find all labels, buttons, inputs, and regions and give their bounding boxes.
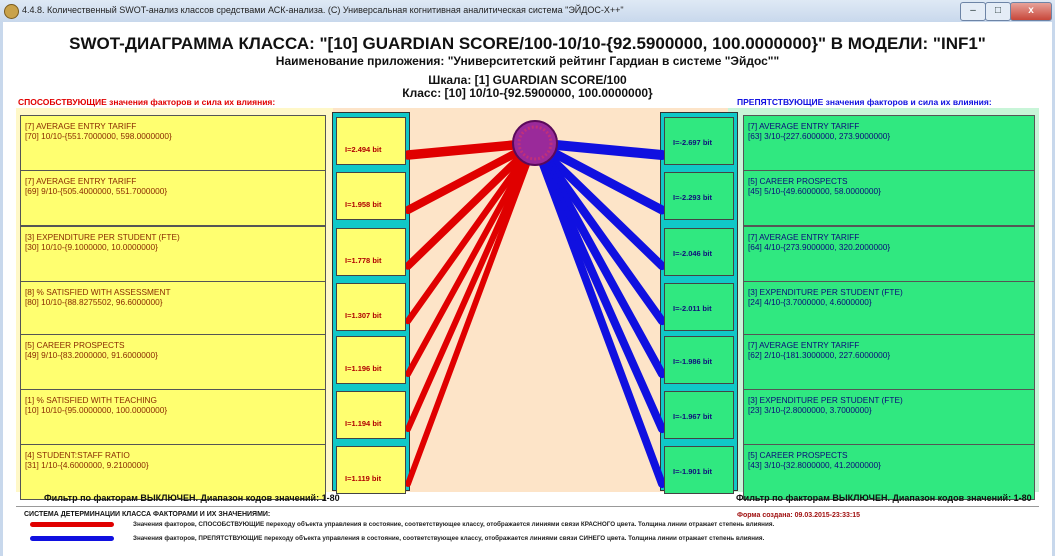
factor-value: [63] 3/10-{227.6000000, 273.9000000} xyxy=(748,131,891,141)
filter-status-right: Фильтр по факторам ВЫКЛЮЧЕН. Диапазон ко… xyxy=(736,493,1032,503)
factor-name: [1] % SATISFIED WITH TEACHING xyxy=(25,395,157,405)
promoting-info-value: I=1.196 bit xyxy=(336,336,406,384)
factor-name: [5] CAREER PROSPECTS xyxy=(25,340,125,350)
hindering-factor-box: [7] AVERAGE ENTRY TARIFF [64] 4/10-{273.9… xyxy=(743,226,1035,282)
factor-name: [7] AVERAGE ENTRY TARIFF xyxy=(25,176,137,186)
factor-value: [69] 9/10-{505.4000000, 551.7000000} xyxy=(25,186,168,196)
promoting-factor-box: [5] CAREER PROSPECTS [49] 9/10-{83.200000… xyxy=(20,334,326,390)
promoting-info-value: I=1.778 bit xyxy=(336,228,406,276)
factor-name: [7] AVERAGE ENTRY TARIFF xyxy=(748,340,860,350)
promoting-info-value: I=1.958 bit xyxy=(336,172,406,220)
factor-value: [30] 10/10-{9.1000000, 10.0000000} xyxy=(25,242,158,252)
legend-blue-line xyxy=(30,536,114,541)
factor-name: [4] STUDENT:STAFF RATIO xyxy=(25,450,130,460)
factor-value: [31] 1/10-{4.6000000, 9.2100000} xyxy=(25,460,149,470)
factor-value: [43] 3/10-{32.8000000, 41.2000000} xyxy=(748,460,881,470)
factor-value: [62] 2/10-{181.3000000, 227.6000000} xyxy=(748,350,891,360)
promoting-link-line xyxy=(404,139,539,325)
factor-name: [8] % SATISFIED WITH ASSESSMENT xyxy=(25,287,171,297)
factor-name: [7] AVERAGE ENTRY TARIFF xyxy=(748,121,860,131)
factor-value: [70] 10/10-{551.7000000, 598.0000000} xyxy=(25,131,172,141)
promoting-factor-box: [7] AVERAGE ENTRY TARIFF [70] 10/10-{551.… xyxy=(20,115,326,171)
hindering-factor-box: [3] EXPENDITURE PER STUDENT (FTE) [24] 4/… xyxy=(743,281,1035,337)
hindering-factor-box: [7] AVERAGE ENTRY TARIFF [63] 3/10-{227.6… xyxy=(743,115,1035,171)
filter-status-left: Фильтр по факторам ВЫКЛЮЧЕН. Диапазон ко… xyxy=(44,493,340,503)
legend-red-text: Значения факторов, СПОСОБСТВУЮЩИЕ перехо… xyxy=(133,521,775,528)
promoting-factor-box: [3] EXPENDITURE PER STUDENT (FTE) [30] 10… xyxy=(20,226,326,282)
hindering-factor-box: [7] AVERAGE ENTRY TARIFF [62] 2/10-{181.3… xyxy=(743,334,1035,390)
hindering-factor-box: [5] CAREER PROSPECTS [43] 3/10-{32.800000… xyxy=(743,444,1035,500)
hindering-info-value: I=-1.967 bit xyxy=(664,391,734,439)
hindering-info-value: I=-1.901 bit xyxy=(664,446,734,494)
promoting-info-value: I=1.194 bit xyxy=(336,391,406,439)
factor-value: [23] 3/10-{2.8000000, 3.7000000} xyxy=(748,405,872,415)
legend-red-line xyxy=(30,522,114,527)
promoting-factor-box: [7] AVERAGE ENTRY TARIFF [69] 9/10-{505.4… xyxy=(20,170,326,226)
factor-name: [5] CAREER PROSPECTS xyxy=(748,450,848,460)
promoting-info-value: I=1.119 bit xyxy=(336,446,406,494)
factor-value: [45] 5/10-{49.6000000, 58.0000000} xyxy=(748,186,881,196)
factor-value: [64] 4/10-{273.9000000, 320.2000000} xyxy=(748,242,891,252)
hindering-info-value: I=-1.986 bit xyxy=(664,336,734,384)
hindering-factor-box: [3] EXPENDITURE PER STUDENT (FTE) [23] 3/… xyxy=(743,389,1035,445)
factor-value: [24] 4/10-{3.7000000, 4.6000000} xyxy=(748,297,872,307)
promoting-info-value: I=1.307 bit xyxy=(336,283,406,331)
factor-name: [3] EXPENDITURE PER STUDENT (FTE) xyxy=(748,395,903,405)
factor-name: [7] AVERAGE ENTRY TARIFF xyxy=(25,121,137,131)
factor-value: [10] 10/10-{95.0000000, 100.0000000} xyxy=(25,405,168,415)
hindering-link-line xyxy=(531,139,666,488)
legend-title: СИСТЕМА ДЕТЕРМИНАЦИИ КЛАССА ФАКТОРАМИ И … xyxy=(24,511,271,518)
factor-value: [49] 9/10-{83.2000000, 91.6000000} xyxy=(25,350,158,360)
factor-name: [3] EXPENDITURE PER STUDENT (FTE) xyxy=(25,232,180,242)
hindering-factor-box: [5] CAREER PROSPECTS [45] 5/10-{49.600000… xyxy=(743,170,1035,226)
promoting-factor-box: [1] % SATISFIED WITH TEACHING [10] 10/10-… xyxy=(20,389,326,445)
hindering-info-value: I=-2.046 bit xyxy=(664,228,734,276)
promoting-factor-box: [4] STUDENT:STAFF RATIO [31] 1/10-{4.6000… xyxy=(20,444,326,500)
hindering-info-value: I=-2.011 bit xyxy=(664,283,734,331)
hindering-info-value: I=-2.697 bit xyxy=(664,117,734,165)
factor-name: [7] AVERAGE ENTRY TARIFF xyxy=(748,232,860,242)
factor-name: [3] EXPENDITURE PER STUDENT (FTE) xyxy=(748,287,903,297)
promoting-link-line xyxy=(405,140,538,487)
divider xyxy=(16,506,1039,507)
legend-blue-text: Значения факторов, ПРЕПЯТСТВУЮЩИЕ перехо… xyxy=(133,535,765,542)
factor-value: [80] 10/10-{88.8275502, 96.6000000} xyxy=(25,297,163,307)
factor-name: [5] CAREER PROSPECTS xyxy=(748,176,848,186)
promoting-info-value: I=2.494 bit xyxy=(336,117,406,165)
created-timestamp: Форма создана: 09.03.2015-23:33:15 xyxy=(737,512,861,519)
hindering-info-value: I=-2.293 bit xyxy=(664,172,734,220)
promoting-factor-box: [8] % SATISFIED WITH ASSESSMENT [80] 10/1… xyxy=(20,281,326,337)
